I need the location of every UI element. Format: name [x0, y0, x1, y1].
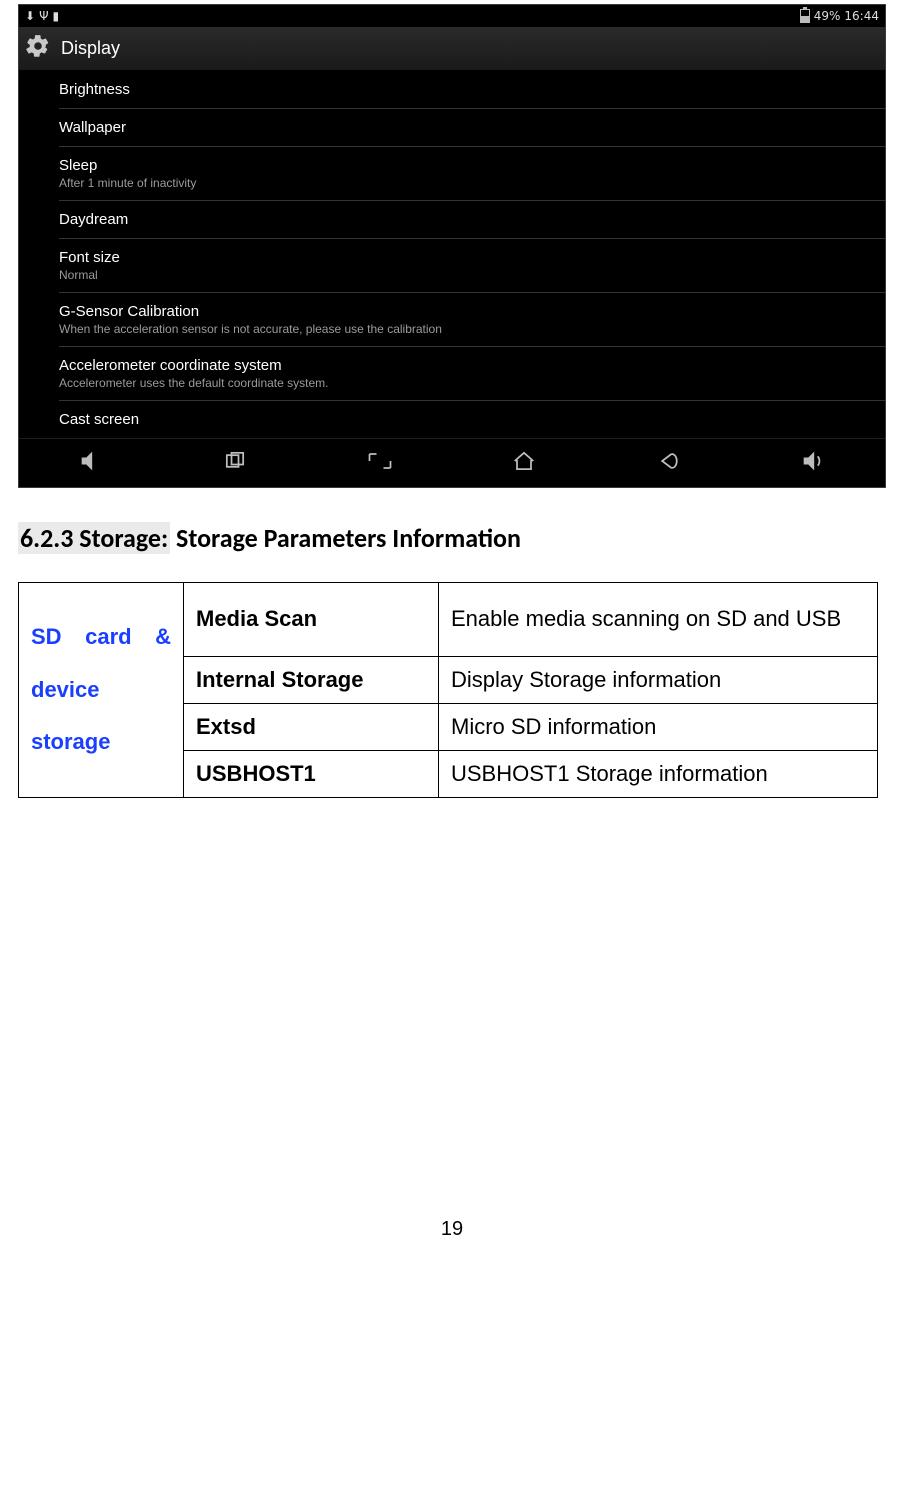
battery-icon	[800, 9, 810, 23]
battery-percent: 49%	[814, 9, 841, 23]
item-subtitle: Accelerometer uses the default coordinat…	[59, 376, 877, 390]
table-param: USBHOST1	[184, 750, 439, 797]
table-desc: USBHOST1 Storage information	[439, 750, 878, 797]
table-desc: Display Storage information	[439, 656, 878, 703]
app-bar: Display	[19, 27, 885, 71]
android-screenshot: ⬇ Ψ ▮ 49% 16:44 Display Brightness	[18, 4, 886, 488]
item-title: Cast screen	[59, 411, 877, 428]
item-subtitle: When the acceleration sensor is not accu…	[59, 322, 877, 336]
screenshot-icon[interactable]	[366, 447, 394, 480]
item-title: Brightness	[59, 81, 877, 98]
list-item[interactable]: Cast screen	[59, 401, 885, 438]
item-title: Daydream	[59, 211, 877, 228]
back-icon[interactable]	[654, 447, 682, 480]
clock: 16:44	[844, 9, 879, 23]
navigation-bar	[19, 438, 885, 487]
item-subtitle: After 1 minute of inactivity	[59, 176, 877, 190]
item-subtitle: Normal	[59, 268, 877, 282]
heading-prefix: 6.2.3 Storage:	[18, 522, 170, 554]
table-param: Internal Storage	[184, 656, 439, 703]
list-item[interactable]: Brightness	[59, 71, 885, 109]
heading-rest: Storage Parameters Information	[170, 522, 521, 554]
table-param: Media Scan	[184, 583, 439, 657]
home-icon[interactable]	[510, 447, 538, 480]
table-desc: Micro SD information	[439, 703, 878, 750]
list-item[interactable]: Wallpaper	[59, 109, 885, 147]
item-title: Accelerometer coordinate system	[59, 357, 877, 374]
app-bar-title: Display	[61, 38, 120, 59]
status-bar: ⬇ Ψ ▮ 49% 16:44	[19, 5, 885, 27]
item-title: Sleep	[59, 157, 877, 174]
list-item[interactable]: Daydream	[59, 201, 885, 239]
volume-down-icon[interactable]	[77, 447, 105, 480]
settings-list: Brightness Wallpaper Sleep After 1 minut…	[19, 71, 885, 438]
usb-icon: Ψ	[39, 9, 48, 23]
gear-icon[interactable]	[25, 33, 51, 64]
table-desc: Enable media scanning on SD and USB	[439, 583, 878, 657]
item-title: Wallpaper	[59, 119, 877, 136]
recent-apps-icon[interactable]	[221, 447, 249, 480]
list-item[interactable]: G-Sensor Calibration When the accelerati…	[59, 293, 885, 347]
list-item[interactable]: Accelerometer coordinate system Accelero…	[59, 347, 885, 401]
volume-up-icon[interactable]	[799, 447, 827, 480]
section-heading: 6.2.3 Storage: Storage Parameters Inform…	[18, 522, 886, 554]
list-item[interactable]: Font size Normal	[59, 239, 885, 293]
item-title: G-Sensor Calibration	[59, 303, 877, 320]
list-item[interactable]: Sleep After 1 minute of inactivity	[59, 147, 885, 201]
item-title: Font size	[59, 249, 877, 266]
page-number: 19	[18, 1218, 886, 1241]
storage-table: SD card & device storage Media Scan Enab…	[18, 582, 878, 798]
table-param: Extsd	[184, 703, 439, 750]
table-rowhead: SD card & device storage	[19, 583, 184, 798]
sd-icon: ▮	[53, 9, 60, 23]
download-icon: ⬇	[25, 9, 35, 23]
